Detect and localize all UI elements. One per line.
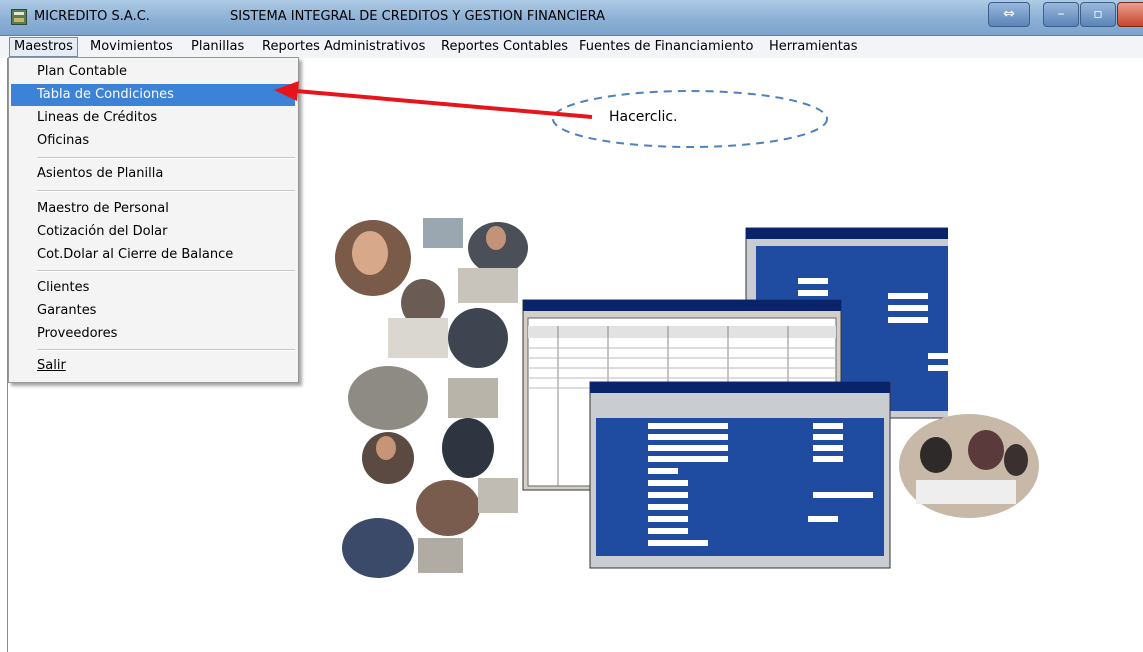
arrow-head [274, 81, 299, 101]
callout-text: Hacerclic. [609, 109, 678, 125]
annotation-arrow [295, 89, 593, 119]
annotation-overlay [274, 81, 828, 148]
callout-ellipse [552, 90, 828, 148]
